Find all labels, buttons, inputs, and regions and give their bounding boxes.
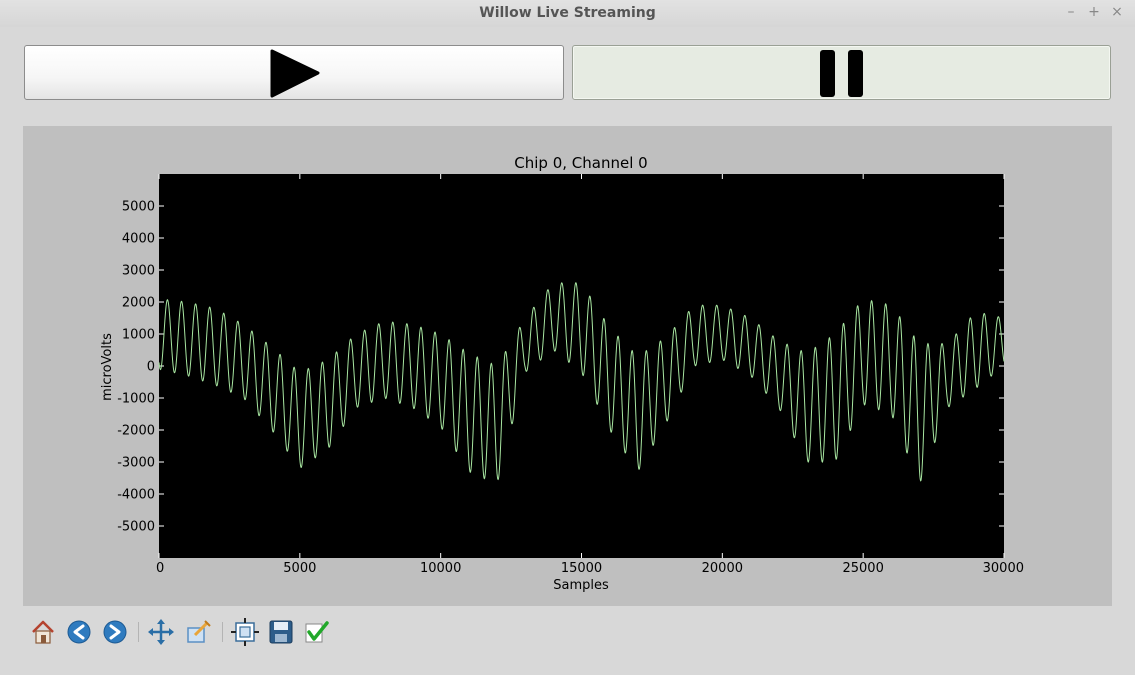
x-tick-label: 0 xyxy=(156,561,164,576)
minimize-button[interactable]: – xyxy=(1063,4,1079,20)
play-icon xyxy=(270,49,320,98)
x-tick-label: 30000 xyxy=(983,561,1024,576)
home-icon xyxy=(32,620,54,644)
subplots-icon xyxy=(231,618,259,646)
window-title: Willow Live Streaming xyxy=(479,5,656,21)
y-tick-label: -3000 xyxy=(117,456,155,471)
y-tick-label: 5000 xyxy=(122,200,155,215)
zoom-rect-icon xyxy=(187,620,211,643)
forward-button[interactable] xyxy=(100,617,130,647)
back-button[interactable] xyxy=(64,617,94,647)
waveform-chart: Chip 0, Channel 0 500040003000200010000-… xyxy=(100,154,1024,593)
y-tick-label: -4000 xyxy=(117,488,155,503)
toolbar-separator xyxy=(222,622,223,642)
pan-icon xyxy=(148,619,174,645)
toolbar-separator xyxy=(138,622,139,642)
y-tick-label: 4000 xyxy=(122,232,155,247)
subplots-button[interactable] xyxy=(230,617,260,647)
y-tick-label: 2000 xyxy=(122,296,155,311)
x-tick-label: 25000 xyxy=(842,561,883,576)
save-icon xyxy=(269,620,293,644)
x-tick-label: 20000 xyxy=(702,561,743,576)
y-tick-label: 0 xyxy=(147,360,155,375)
x-axis-label: Samples xyxy=(553,578,609,593)
pause-icon xyxy=(820,50,863,97)
x-tick-label: 10000 xyxy=(420,561,461,576)
y-tick-label: -1000 xyxy=(117,392,155,407)
zoom-button[interactable] xyxy=(183,617,213,647)
title-bar: Willow Live Streaming – + × xyxy=(0,0,1135,27)
chart-title: Chip 0, Channel 0 xyxy=(514,154,647,172)
play-button[interactable] xyxy=(24,45,564,100)
y-tick-label: 3000 xyxy=(122,264,155,279)
navigation-toolbar xyxy=(28,617,348,649)
edit-params-icon xyxy=(305,621,329,643)
back-arrow-icon xyxy=(67,620,91,644)
x-tick-label: 5000 xyxy=(283,561,316,576)
y-tick-label: 1000 xyxy=(122,328,155,343)
y-tick-label: -2000 xyxy=(117,424,155,439)
y-axis-label: microVolts xyxy=(100,333,115,401)
forward-arrow-icon xyxy=(103,620,127,644)
pause-button[interactable] xyxy=(572,45,1111,100)
plot-figure: Chip 0, Channel 0 5000 4000 3000 2000 1000 0-… xyxy=(23,126,1112,606)
y-tick-label: -5000 xyxy=(117,520,155,535)
pan-button[interactable] xyxy=(146,617,176,647)
home-button[interactable] xyxy=(28,617,58,647)
close-button[interactable]: × xyxy=(1109,4,1125,20)
save-button[interactable] xyxy=(266,617,296,647)
edit-parameters-button[interactable] xyxy=(302,617,332,647)
x-tick-label: 15000 xyxy=(561,561,602,576)
maximize-button[interactable]: + xyxy=(1086,4,1102,20)
